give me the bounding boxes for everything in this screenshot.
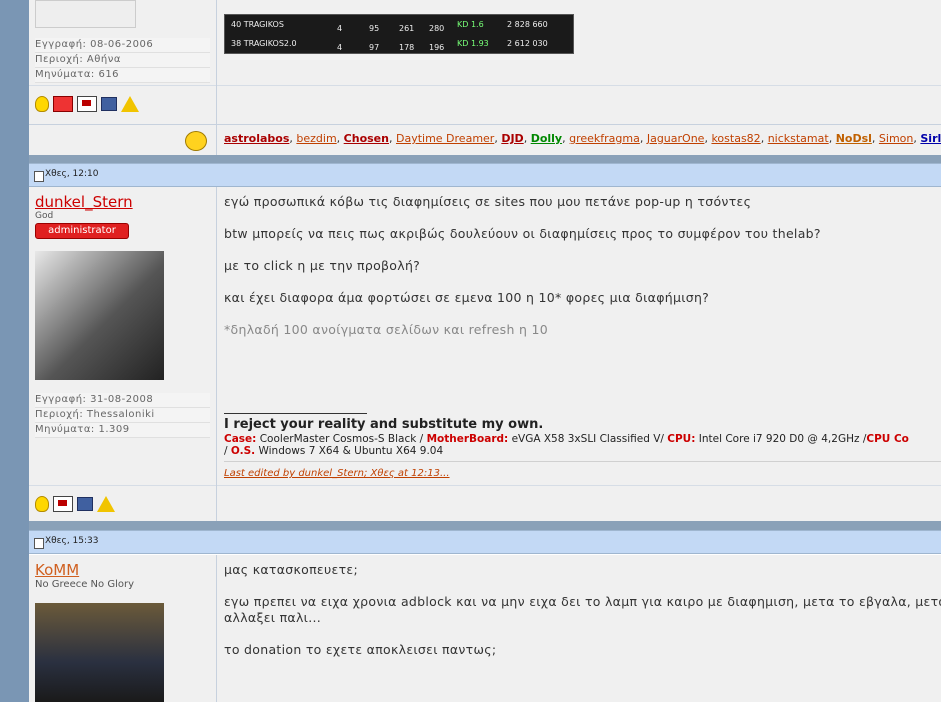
post-userinfo: KoMM No Greece No Glory — [29, 555, 217, 702]
computer-icon[interactable] — [101, 97, 117, 111]
thanks-user-link[interactable]: greekfragma — [569, 132, 640, 145]
thread-page: Εγγραφή: 08-06-2006 Περιοχή: Αθήνα Μηνύμ… — [29, 0, 941, 702]
thanks-user-link[interactable]: DJD — [501, 132, 523, 145]
post-userinfo: dunkel_Stern God administrator Εγγραφή: … — [29, 187, 217, 521]
avatar — [35, 251, 164, 380]
thanks-user-link[interactable]: JaguarOne — [647, 132, 705, 145]
post-icon — [34, 171, 44, 182]
thanks-user-link[interactable]: Sirl — [920, 132, 941, 145]
report-flag-icon[interactable] — [53, 496, 73, 512]
thanks-user-link[interactable]: Simon — [879, 132, 913, 145]
report-flag-icon[interactable] — [77, 96, 97, 112]
thanks-user-link[interactable]: nickstamat — [768, 132, 829, 145]
post-dunkel-stern: dunkel_Stern God administrator Εγγραφή: … — [29, 187, 941, 521]
post-previous-body: 40 TRAGIKOS 4 95 261 280 KD 1.6 2 828 66… — [217, 0, 941, 124]
signature-divider — [224, 413, 367, 414]
thanks-user-link[interactable]: Dolly — [531, 132, 562, 145]
post-komm: KoMM No Greece No Glory μας κατασκοπευετ… — [29, 555, 941, 702]
user-meta: Εγγραφή: 31-08-2008 Περιοχή: Thessalonik… — [35, 393, 210, 438]
thanks-user-link[interactable]: kostas82 — [711, 132, 760, 145]
post-body: εγώ προσωπικά κόβω τις διαφημίσεις σε si… — [217, 187, 941, 521]
thanks-users: astrolabos, bezdim, Chosen, Daytime Drea… — [224, 132, 941, 145]
post-separator — [29, 521, 941, 530]
thanks-left — [29, 125, 217, 155]
thanks-row: astrolabos, bezdim, Chosen, Daytime Drea… — [29, 124, 941, 155]
thanks-user-link[interactable]: Chosen — [344, 132, 389, 145]
signature-specs: Case: CoolerMaster Cosmos-S Black / Moth… — [224, 433, 909, 445]
post-icons — [35, 96, 139, 112]
user-title: God — [35, 211, 54, 221]
post-icon — [34, 538, 44, 549]
warning-icon[interactable] — [97, 496, 115, 512]
computer-icon[interactable] — [77, 497, 93, 511]
thanks-list: astrolabos, bezdim, Chosen, Daytime Drea… — [217, 125, 941, 155]
edited-note: Last edited by dunkel_Stern; Χθες at 12:… — [224, 468, 450, 479]
warning-icon[interactable] — [121, 96, 139, 112]
post-previous: Εγγραφή: 08-06-2006 Περιοχή: Αθήνα Μηνύμ… — [29, 0, 941, 124]
thanks-user-link[interactable]: NoDsl — [836, 132, 872, 145]
thanks-user-link[interactable]: astrolabos — [224, 132, 289, 145]
post-date-bar: Χθες, 12:10 — [29, 163, 941, 187]
thanks-user-link[interactable]: Daytime Dreamer — [396, 132, 494, 145]
thanks-user-link[interactable]: bezdim — [296, 132, 336, 145]
edited-by-link[interactable]: Last edited by dunkel_Stern — [224, 468, 364, 479]
post-body: μας κατασκοπευετε; εγω πρεπει να ειχα χρ… — [217, 555, 941, 702]
game-stats-banner: 40 TRAGIKOS 4 95 261 280 KD 1.6 2 828 66… — [224, 14, 574, 54]
signature-os: / O.S. Windows 7 X64 & Ubuntu X64 9.04 — [224, 445, 444, 457]
cards-icon[interactable] — [53, 96, 73, 112]
thumbs-up-smiley-icon — [185, 131, 207, 151]
post-icons — [35, 496, 115, 512]
post-message: εγώ προσωπικά κόβω τις διαφημίσεις σε si… — [224, 194, 821, 337]
avatar — [35, 603, 164, 702]
avatar — [35, 0, 136, 28]
user-meta: Εγγραφή: 08-06-2006 Περιοχή: Αθήνα Μηνύμ… — [35, 38, 210, 83]
username-link[interactable]: KoMM — [35, 561, 79, 579]
signature-quote: I reject your reality and substitute my … — [224, 417, 544, 432]
post-separator — [29, 155, 941, 163]
user-title: No Greece No Glory — [35, 579, 135, 590]
bulb-icon[interactable] — [35, 496, 49, 512]
bulb-icon[interactable] — [35, 96, 49, 112]
rank-badge: administrator — [35, 223, 129, 239]
post-message: μας κατασκοπευετε; εγω πρεπει να ειχα χρ… — [224, 562, 941, 657]
post-date-bar: Χθες, 15:33 — [29, 530, 941, 554]
post-previous-userinfo: Εγγραφή: 08-06-2006 Περιοχή: Αθήνα Μηνύμ… — [29, 0, 217, 124]
username-link[interactable]: dunkel_Stern — [35, 193, 133, 211]
